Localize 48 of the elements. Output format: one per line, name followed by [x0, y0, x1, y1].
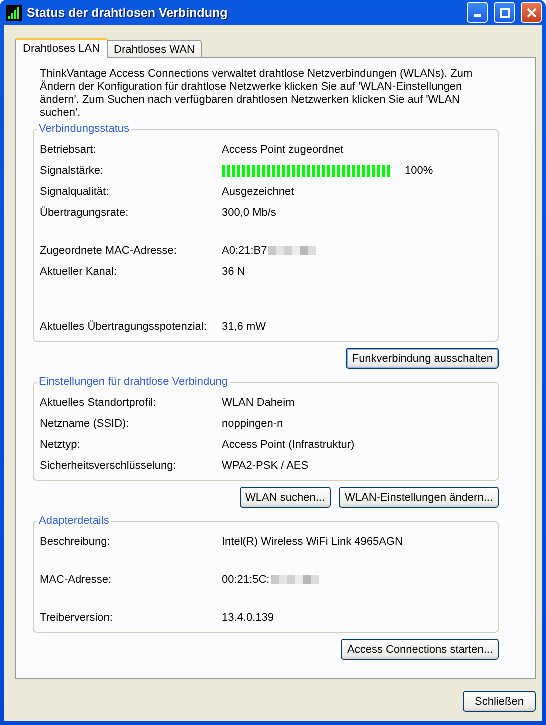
- action-button[interactable]: WLAN suchen...: [240, 487, 332, 508]
- action-button[interactable]: WLAN-Einstellungen ändern...: [339, 487, 499, 508]
- field-label: Netzname (SSID):: [40, 418, 130, 430]
- field-value: A0:21:B7: [222, 244, 268, 256]
- field-value: Access Point (Infrastruktur): [222, 438, 355, 450]
- minimize-button[interactable]: [467, 2, 488, 23]
- blurred-mark: [270, 575, 319, 584]
- field-label: MAC-Adresse:: [40, 574, 113, 586]
- field-value: noppingen-n: [222, 418, 284, 430]
- description-text: ThinkVantage Access Connections verwaltet drahtlose Netzverbindungen (WLANs). Zum Ändern der Konfiguration für drahtlose Netzwerke klicken Sie auf 'WLAN-Einstellungen ändern'. Zum Suchen nach verfügbaren drahtlosen Netzwerken klicken Sie auf 'WLAN suchen'.: [40, 68, 474, 120]
- field-label: Beschreibung:: [40, 536, 112, 548]
- group-title: Verbindungsstatus: [37, 123, 132, 136]
- signal-bars-icon: [6, 4, 22, 20]
- group-title: Adapterdetails: [37, 515, 112, 528]
- close-icon: [526, 8, 536, 18]
- blurred-mark: [268, 246, 316, 255]
- tab[interactable]: Drahtloses WAN: [107, 40, 202, 57]
- maximize-button[interactable]: [494, 2, 515, 23]
- action-button[interactable]: Access Connections starten...: [341, 639, 499, 660]
- field-label: Signalqualität:: [40, 186, 110, 198]
- field-value: 00:21:5C:: [222, 574, 270, 586]
- group-title: Einstellungen für drahtlose Verbindung: [37, 376, 230, 389]
- field-value: 36 N: [222, 266, 246, 278]
- field-value: WPA2-PSK / AES: [222, 460, 309, 472]
- field-value: 100%: [405, 164, 434, 176]
- field-label: Übertragungsrate:: [40, 206, 130, 218]
- maximize-icon: [500, 8, 510, 18]
- field-label: Zugeordnete MAC-Adresse:: [40, 244, 178, 256]
- field-value: Intel(R) Wireless WiFi Link 4965AGN: [222, 536, 403, 548]
- field-value: Access Point zugeordnet: [222, 144, 344, 156]
- field-value: 300,0 Mb/s: [222, 206, 276, 218]
- field-label: Aktuelles Übertragungsspotenzial:: [40, 320, 208, 332]
- field-label: Netztyp:: [40, 438, 82, 450]
- field-value: 31,6 mW: [222, 320, 266, 332]
- field-value: Ausgezeichnet: [222, 186, 294, 198]
- field-value: WLAN Daheim: [222, 396, 295, 408]
- window-title: Status der drahtlosen Verbindung: [27, 6, 229, 20]
- close-button[interactable]: [521, 2, 542, 23]
- close-dialog-button[interactable]: Schließen: [463, 691, 536, 712]
- tab[interactable]: Drahtloses LAN: [15, 38, 108, 58]
- field-label: Treiberversion:: [40, 612, 114, 624]
- field-label: Signalstärke:: [40, 164, 105, 176]
- field-label: Betriebsart:: [40, 144, 98, 156]
- field-label: Sicherheitsverschlüsselung:: [40, 460, 178, 472]
- action-button[interactable]: Funkverbindung ausschalten: [346, 348, 499, 369]
- field-label: Aktuelles Standortprofil:: [40, 396, 158, 408]
- field-value: 13.4.0.139: [222, 612, 274, 624]
- field-label: Aktueller Kanal:: [40, 266, 118, 278]
